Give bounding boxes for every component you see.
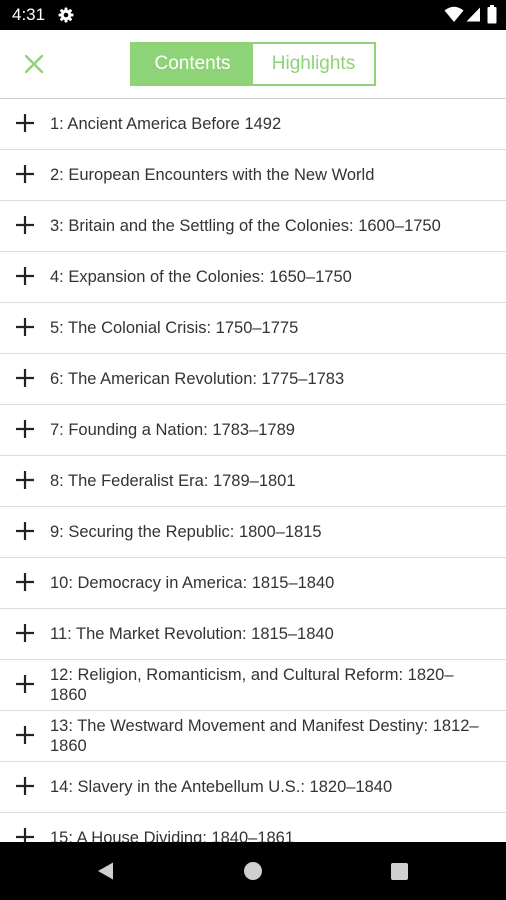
toc-list: 1: Ancient America Before 1492 2: Europea… xyxy=(0,99,506,842)
toc-item[interactable]: 10: Democracy in America: 1815–1840 xyxy=(0,558,506,609)
toc-item-label: 12: Religion, Romanticism, and Cultural … xyxy=(50,666,454,704)
plus-icon[interactable] xyxy=(15,419,35,439)
toc-item[interactable]: 1: Ancient America Before 1492 xyxy=(0,99,506,150)
plus-icon[interactable] xyxy=(15,470,35,490)
toc-item[interactable]: 3: Britain and the Settling of the Colon… xyxy=(0,201,506,252)
plus-icon[interactable] xyxy=(15,827,35,842)
back-icon[interactable] xyxy=(96,861,116,881)
toc-item[interactable]: 11: The Market Revolution: 1815–1840 xyxy=(0,609,506,660)
plus-icon[interactable] xyxy=(15,113,35,133)
toc-item-label: 13: The Westward Movement and Manifest D… xyxy=(50,717,479,755)
toc-item-label: 15: A House Dividing: 1840–1861 xyxy=(50,829,295,842)
toc-item[interactable]: 14: Slavery in the Antebellum U.S.: 1820… xyxy=(0,762,506,813)
signal-icon xyxy=(466,7,480,22)
plus-icon[interactable] xyxy=(15,725,35,745)
toc-item[interactable]: 9: Securing the Republic: 1800–1815 xyxy=(0,507,506,558)
toc-item-label: 8: The Federalist Era: 1789–1801 xyxy=(50,472,296,490)
toc-item-label: 6: The American Revolution: 1775–1783 xyxy=(50,370,345,388)
toc-item[interactable]: 8: The Federalist Era: 1789–1801 xyxy=(0,456,506,507)
plus-icon[interactable] xyxy=(15,623,35,643)
status-bar: 4:31 xyxy=(0,0,506,30)
plus-icon[interactable] xyxy=(15,266,35,286)
toc-item-label: 10: Democracy in America: 1815–1840 xyxy=(50,574,335,592)
nav-bar xyxy=(0,842,506,900)
toc-item-label: 7: Founding a Nation: 1783–1789 xyxy=(50,421,295,439)
toc-item[interactable]: 4: Expansion of the Colonies: 1650–1750 xyxy=(0,252,506,303)
toc-item-label: 9: Securing the Republic: 1800–1815 xyxy=(50,523,322,541)
tab-highlights[interactable]: Highlights xyxy=(253,44,374,84)
home-icon[interactable] xyxy=(243,861,263,881)
battery-icon xyxy=(487,5,497,24)
plus-icon[interactable] xyxy=(15,317,35,337)
gear-icon xyxy=(58,7,74,23)
toc-item-label: 4: Expansion of the Colonies: 1650–1750 xyxy=(50,268,352,286)
tab-switcher: Contents Highlights xyxy=(130,42,376,86)
status-time: 4:31 xyxy=(12,5,46,24)
toc-item-label: 11: The Market Revolution: 1815–1840 xyxy=(50,625,334,643)
toc-item[interactable]: 13: The Westward Movement and Manifest D… xyxy=(0,711,506,762)
close-icon[interactable] xyxy=(18,48,50,80)
plus-icon[interactable] xyxy=(15,164,35,184)
plus-icon[interactable] xyxy=(15,215,35,235)
wifi-icon xyxy=(444,6,464,22)
plus-icon[interactable] xyxy=(15,674,35,694)
toc-item-label: 5: The Colonial Crisis: 1750–1775 xyxy=(50,319,299,337)
header: Contents Highlights xyxy=(0,30,506,99)
toc-item-label: 14: Slavery in the Antebellum U.S.: 1820… xyxy=(50,778,393,796)
toc-item-label: 3: Britain and the Settling of the Colon… xyxy=(50,217,441,235)
toc-item[interactable]: 12: Religion, Romanticism, and Cultural … xyxy=(0,660,506,711)
toc-item[interactable]: 5: The Colonial Crisis: 1750–1775 xyxy=(0,303,506,354)
toc-item-label: 1: Ancient America Before 1492 xyxy=(50,115,282,133)
plus-icon[interactable] xyxy=(15,572,35,592)
plus-icon[interactable] xyxy=(15,521,35,541)
toc-item[interactable]: 15: A House Dividing: 1840–1861 xyxy=(0,813,506,842)
plus-icon[interactable] xyxy=(15,776,35,796)
recents-icon[interactable] xyxy=(390,862,409,881)
plus-icon[interactable] xyxy=(15,368,35,388)
tab-contents[interactable]: Contents xyxy=(132,44,253,84)
toc-item[interactable]: 7: Founding a Nation: 1783–1789 xyxy=(0,405,506,456)
toc-item-label: 2: European Encounters with the New Worl… xyxy=(50,166,375,184)
toc-item[interactable]: 6: The American Revolution: 1775–1783 xyxy=(0,354,506,405)
toc-item[interactable]: 2: European Encounters with the New Worl… xyxy=(0,150,506,201)
